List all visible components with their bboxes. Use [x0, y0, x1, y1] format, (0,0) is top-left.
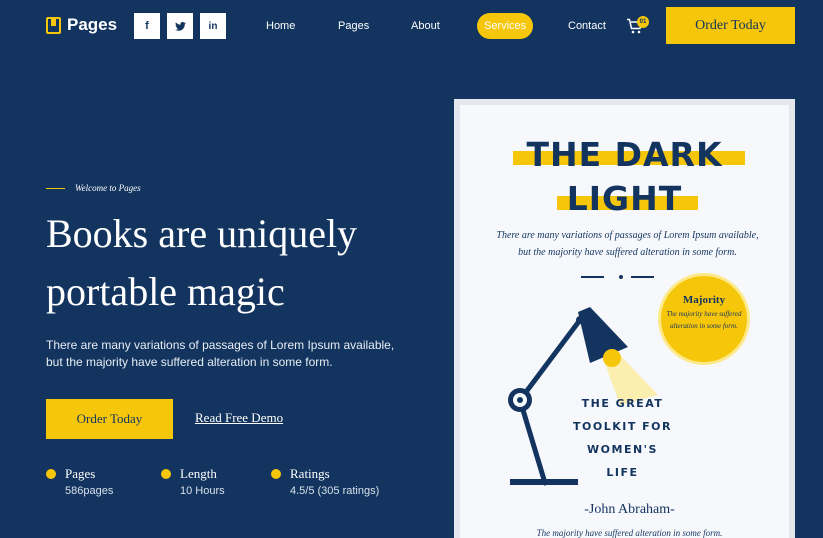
subtitle-line: TOOLKIT FOR	[573, 420, 672, 433]
subtitle-line: THE GREAT	[581, 397, 664, 410]
badge-title: Majority	[682, 294, 726, 306]
menu-item-pages[interactable]: Pages	[338, 13, 369, 39]
order-today-button[interactable]: Order Today	[666, 7, 795, 44]
stat-value: 10 Hours	[180, 485, 225, 497]
hero-order-button[interactable]: Order Today	[46, 399, 173, 439]
book-author: -John Abraham-	[584, 502, 675, 517]
book-description: There are many variations of passages of…	[496, 230, 759, 258]
welcome-tag: Welcome to Pages	[46, 183, 141, 193]
book-title-line-1: THE DARK	[526, 135, 723, 174]
twitter-icon[interactable]	[167, 13, 193, 39]
linkedin-icon[interactable]: in	[200, 13, 226, 39]
divider-dot	[619, 275, 623, 279]
divider	[581, 276, 604, 278]
book-subtitle: THE GREAT TOOLKIT FOR WOMEN'S LIFE	[560, 392, 685, 484]
menu-item-services[interactable]: Services	[477, 13, 534, 39]
book-icon	[46, 16, 61, 34]
logo-text: Pages	[67, 15, 118, 34]
bullet-icon	[271, 469, 281, 479]
stat-value: 4.5/5 (305 ratings)	[290, 485, 380, 497]
majority-badge: Majority The majority have suffered alte…	[658, 273, 750, 365]
menu-item-contact[interactable]: Contact	[568, 13, 606, 39]
stat-label: Pages	[65, 466, 96, 481]
menu-item-about[interactable]: About	[411, 13, 440, 39]
stat-label: Ratings	[290, 466, 330, 481]
top-navigation: Pages f in Home Pages About Services Con…	[0, 0, 823, 52]
social-links: f in	[134, 13, 226, 39]
book-cover: THE DARK LIGHT There are many variations…	[454, 99, 795, 538]
headline-line-1: Books are uniquely	[46, 211, 358, 256]
hero-headline: Books are uniquely portable magic	[46, 205, 426, 321]
divider	[631, 276, 654, 278]
cart-count-badge: 01	[637, 16, 649, 28]
bullet-icon	[46, 469, 56, 479]
stat-value: 586pages	[65, 485, 114, 497]
logo[interactable]: Pages	[46, 15, 117, 35]
hero-description: There are many variations of passages of…	[46, 338, 395, 369]
read-free-demo-link[interactable]: Read Free Demo	[195, 410, 283, 426]
subtitle-line: WOMEN'S	[587, 443, 658, 456]
book-title-line-2: LIGHT	[566, 179, 683, 218]
facebook-icon[interactable]: f	[134, 13, 160, 39]
bullet-icon	[161, 469, 171, 479]
headline-line-2: portable magic	[46, 269, 285, 314]
badge-text: The majority have suffered alteration in…	[666, 310, 742, 330]
book-cover-page: THE DARK LIGHT There are many variations…	[460, 105, 789, 538]
welcome-text: Welcome to Pages	[75, 183, 141, 193]
divider	[46, 187, 65, 189]
menu-item-home[interactable]: Home	[266, 13, 295, 39]
book-footer-text: The majority have suffered alteration in…	[536, 528, 723, 538]
subtitle-line: LIFE	[606, 466, 639, 479]
stat-label: Length	[180, 466, 217, 481]
